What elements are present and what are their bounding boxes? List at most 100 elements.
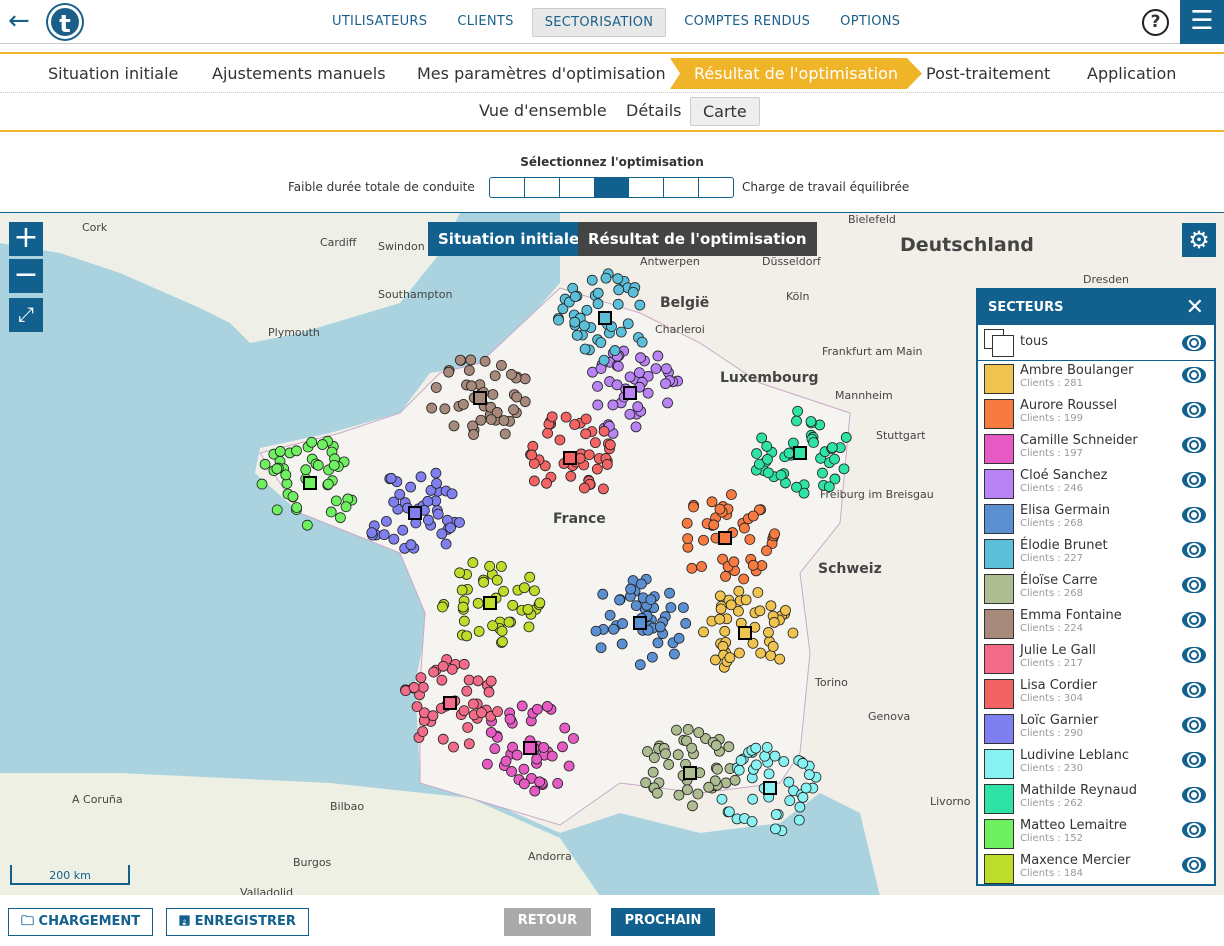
client-dot[interactable] xyxy=(800,782,812,794)
client-dot[interactable] xyxy=(301,519,313,531)
client-dot[interactable] xyxy=(328,459,340,471)
client-dot[interactable] xyxy=(797,792,809,803)
client-dot[interactable] xyxy=(388,533,400,545)
client-dot[interactable] xyxy=(503,616,515,628)
client-dot[interactable] xyxy=(720,777,732,789)
client-dot[interactable] xyxy=(769,750,781,762)
client-dot[interactable] xyxy=(598,425,610,437)
client-dot[interactable] xyxy=(625,583,637,595)
load-button[interactable]: 🗀 CHARGEMENT xyxy=(8,908,154,936)
client-dot[interactable] xyxy=(559,722,571,734)
client-dot[interactable] xyxy=(458,398,469,410)
client-dot[interactable] xyxy=(456,584,468,596)
client-dot[interactable] xyxy=(498,415,510,426)
client-dot[interactable] xyxy=(472,597,484,609)
client-dot[interactable] xyxy=(630,600,642,612)
client-dot[interactable] xyxy=(487,389,499,400)
client-dot[interactable] xyxy=(529,585,540,597)
client-dot[interactable] xyxy=(733,764,745,776)
client-dot[interactable] xyxy=(686,562,698,574)
client-dot[interactable] xyxy=(586,274,598,286)
client-dot[interactable] xyxy=(436,528,448,540)
client-dot[interactable] xyxy=(595,642,607,654)
client-dot[interactable] xyxy=(394,489,406,500)
client-dot[interactable] xyxy=(612,273,624,285)
depot-marker[interactable] xyxy=(408,506,422,520)
client-dot[interactable] xyxy=(612,360,624,372)
client-dot[interactable] xyxy=(408,682,420,693)
client-dot[interactable] xyxy=(703,781,715,793)
client-dot[interactable] xyxy=(468,429,479,440)
client-dot[interactable] xyxy=(710,739,722,751)
client-dot[interactable] xyxy=(436,674,448,686)
client-dot[interactable] xyxy=(454,517,465,528)
client-dot[interactable] xyxy=(661,363,672,375)
step-4[interactable]: Post-traitement xyxy=(926,64,1050,83)
client-dot[interactable] xyxy=(437,660,449,672)
client-dot[interactable] xyxy=(529,785,541,797)
eye-icon[interactable] xyxy=(1182,367,1206,383)
client-dot[interactable] xyxy=(423,514,434,526)
depot-marker[interactable] xyxy=(563,451,577,465)
eye-icon[interactable] xyxy=(1182,437,1206,453)
client-dot[interactable] xyxy=(580,428,592,440)
client-dot[interactable] xyxy=(640,777,652,789)
slider-step[interactable] xyxy=(699,178,733,197)
client-dot[interactable] xyxy=(554,434,566,446)
client-dot[interactable] xyxy=(791,415,802,427)
nav-item-sectorisation[interactable]: SECTORISATION xyxy=(531,8,667,37)
client-dot[interactable] xyxy=(445,522,456,534)
client-dot[interactable] xyxy=(492,706,503,717)
sector-all-row[interactable]: tous xyxy=(978,325,1214,361)
client-dot[interactable] xyxy=(306,436,318,448)
tab-situation-initiale[interactable]: Situation initiale xyxy=(428,222,590,256)
subtab-0[interactable]: Vue d'ensemble xyxy=(467,97,619,124)
client-dot[interactable] xyxy=(448,420,460,432)
next-button[interactable]: PROCHAIN xyxy=(611,908,715,936)
client-dot[interactable] xyxy=(335,512,346,524)
client-dot[interactable] xyxy=(664,587,675,599)
client-dot[interactable] xyxy=(744,534,756,545)
client-dot[interactable] xyxy=(774,653,786,665)
eye-icon[interactable] xyxy=(1182,647,1206,663)
eye-icon[interactable] xyxy=(1182,787,1206,803)
client-dot[interactable] xyxy=(592,298,604,310)
client-dot[interactable] xyxy=(808,437,819,448)
client-dot[interactable] xyxy=(427,710,439,722)
step-0[interactable]: Situation initiale xyxy=(48,64,178,83)
client-dot[interactable] xyxy=(534,776,546,788)
client-dot[interactable] xyxy=(780,604,791,616)
client-dot[interactable] xyxy=(538,742,550,753)
client-dot[interactable] xyxy=(499,428,511,440)
client-dot[interactable] xyxy=(476,707,487,719)
client-dot[interactable] xyxy=(632,401,644,413)
client-dot[interactable] xyxy=(784,795,796,807)
client-dot[interactable] xyxy=(634,659,646,671)
client-dot[interactable] xyxy=(300,464,312,476)
client-dot[interactable] xyxy=(592,380,603,392)
eye-icon[interactable] xyxy=(1182,472,1206,488)
client-dot[interactable] xyxy=(468,698,479,710)
client-dot[interactable] xyxy=(615,326,627,338)
client-dot[interactable] xyxy=(840,432,852,443)
client-dot[interactable] xyxy=(750,759,762,771)
save-button[interactable]: 🖪 ENREGISTRER xyxy=(166,908,309,936)
client-dot[interactable] xyxy=(571,329,583,341)
client-dot[interactable] xyxy=(719,625,731,637)
client-dot[interactable] xyxy=(463,738,475,750)
client-dot[interactable] xyxy=(642,387,654,399)
sector-row[interactable]: Cloé Sanchez Clients : 246 xyxy=(978,466,1214,501)
client-dot[interactable] xyxy=(793,814,805,826)
client-dot[interactable] xyxy=(595,337,607,348)
client-dot[interactable] xyxy=(612,298,624,310)
client-dot[interactable] xyxy=(417,681,429,693)
client-dot[interactable] xyxy=(462,722,474,733)
client-dot[interactable] xyxy=(479,355,491,367)
depot-marker[interactable] xyxy=(793,446,807,460)
client-dot[interactable] xyxy=(646,651,658,663)
depot-marker[interactable] xyxy=(523,741,537,755)
client-dot[interactable] xyxy=(560,411,572,423)
client-dot[interactable] xyxy=(274,446,286,457)
client-dot[interactable] xyxy=(755,647,767,659)
client-dot[interactable] xyxy=(271,504,283,516)
